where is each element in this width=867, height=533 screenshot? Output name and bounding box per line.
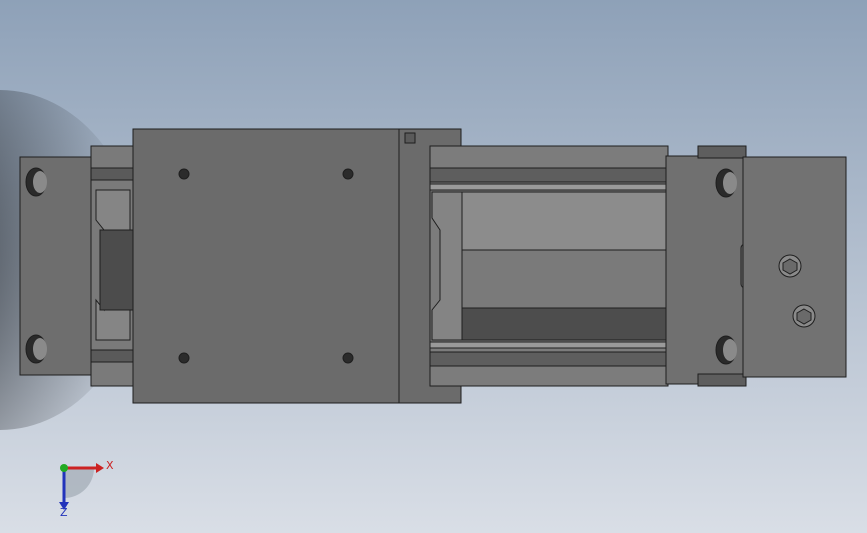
triad-plane	[64, 468, 94, 498]
x-axis-arrowhead	[96, 463, 104, 473]
left-rail-section	[90, 145, 136, 387]
z-axis-label: Z	[60, 506, 68, 519]
carriage-tapped-hole	[178, 168, 190, 180]
x-axis-label: X	[106, 459, 114, 472]
carriage-block[interactable]	[132, 128, 462, 404]
carriage-tapped-hole	[178, 352, 190, 364]
orientation-triad[interactable]: X Z	[40, 450, 130, 520]
linear-actuator-model[interactable]	[0, 0, 867, 533]
y-axis-dot	[60, 464, 68, 472]
graphics-viewport[interactable]: X Z	[0, 0, 867, 533]
left-end-plate[interactable]	[19, 156, 97, 376]
motor-block[interactable]	[742, 156, 847, 378]
lubrication-port	[404, 132, 416, 144]
carriage-tapped-hole	[342, 352, 354, 364]
carriage-tapped-hole	[342, 168, 354, 180]
rail-profile	[429, 145, 669, 387]
